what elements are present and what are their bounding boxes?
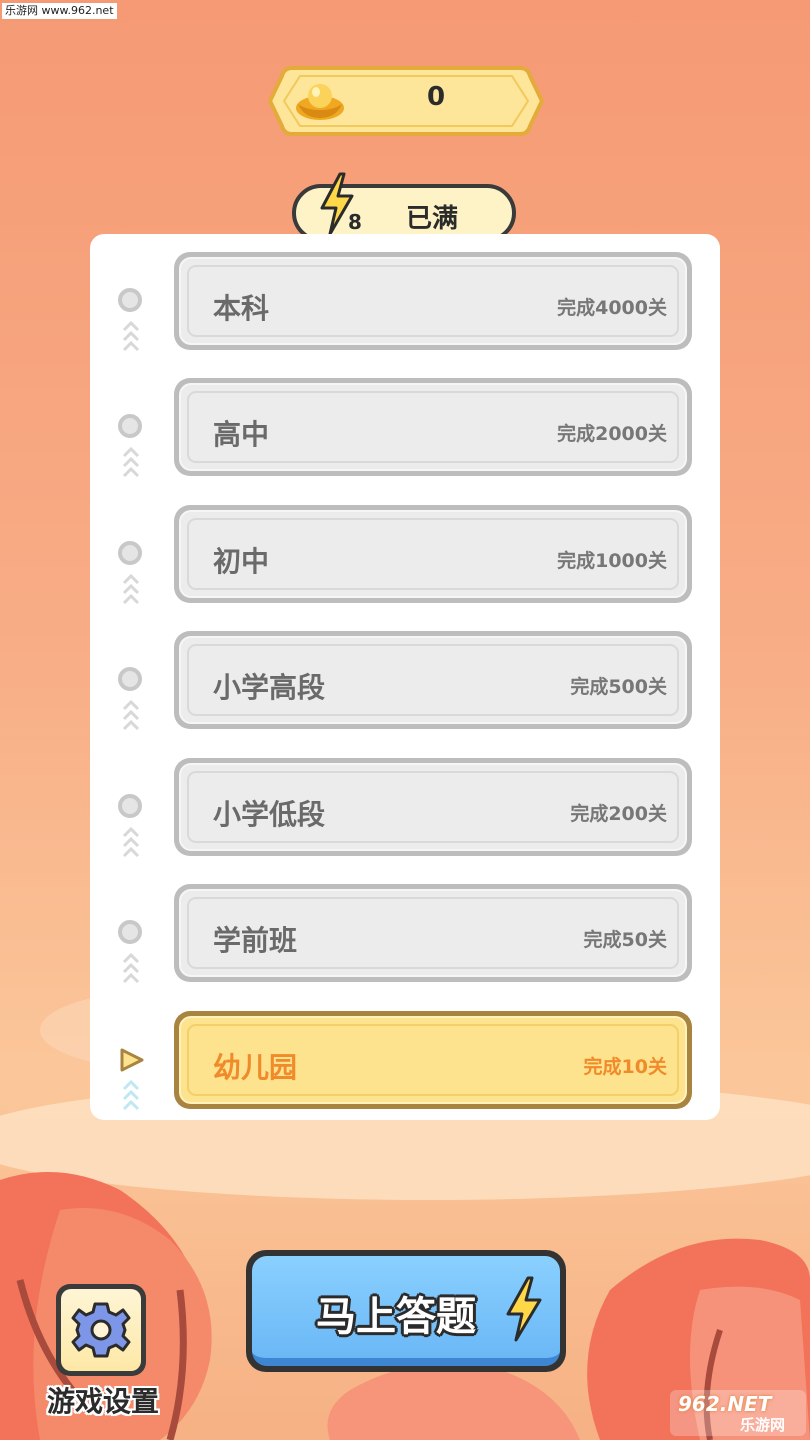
level-requirement: 完成10关: [583, 1056, 667, 1078]
progress-node: [118, 288, 142, 312]
chevron-up-icon: [122, 1079, 140, 1111]
level-card[interactable]: 小学低段 完成200关: [174, 758, 692, 856]
level-requirement: 完成2000关: [557, 423, 667, 445]
level-name: 小学高段: [213, 671, 326, 704]
level-card[interactable]: 本科 完成4000关: [174, 252, 692, 350]
chevron-up-icon: [122, 826, 140, 858]
level-requirement: 完成500关: [570, 676, 667, 698]
energy-count: 8: [348, 210, 362, 234]
progress-node: [118, 794, 142, 818]
level-name: 幼儿园: [213, 1051, 298, 1084]
chevron-up-icon: [122, 699, 140, 731]
level-requirement: 完成50关: [583, 929, 667, 951]
level-requirement: 完成4000关: [557, 297, 667, 319]
progress-node: [118, 414, 142, 438]
level-card[interactable]: 学前班 完成50关: [174, 884, 692, 982]
watermark-bottom: 962.NET 乐游网: [670, 1390, 806, 1436]
coin-balance: 0: [266, 64, 546, 138]
gold-ingot-icon: [296, 84, 344, 120]
level-row-2: 初中 完成1000关: [90, 505, 720, 605]
level-panel: 本科 完成4000关 高中 完成2000关 初中 完成1000关 小学高段 完成…: [90, 234, 720, 1120]
chevron-up-icon: [122, 320, 140, 352]
progress-node: [118, 667, 142, 691]
level-name: 高中: [213, 418, 270, 451]
level-row-6: 幼儿园 完成10关: [90, 1011, 720, 1111]
level-card[interactable]: 小学高段 完成500关: [174, 631, 692, 729]
settings-label[interactable]: 游戏设置: [30, 1380, 176, 1420]
lightning-icon: [506, 1276, 542, 1342]
start-answer-label: 马上答题: [316, 1294, 476, 1340]
level-name: 学前班: [213, 924, 298, 957]
level-row-5: 学前班 完成50关: [90, 884, 720, 984]
level-row-1: 高中 完成2000关: [90, 378, 720, 478]
progress-node: [118, 920, 142, 944]
level-requirement: 完成200关: [570, 803, 667, 825]
watermark-brand: 962.NET: [678, 1392, 772, 1416]
start-answer-button[interactable]: 马上答题: [246, 1250, 566, 1372]
watermark-top: 乐游网 www.962.net: [2, 3, 117, 19]
level-name: 初中: [213, 545, 270, 578]
play-icon: [120, 1048, 144, 1072]
level-row-0: 本科 完成4000关: [90, 252, 720, 352]
level-requirement: 完成1000关: [557, 550, 667, 572]
watermark-name: 乐游网: [740, 1416, 786, 1434]
chevron-up-icon: [122, 573, 140, 605]
coin-count: 0: [426, 82, 446, 112]
energy-status: 已满: [406, 204, 459, 234]
progress-node: [118, 541, 142, 565]
level-name: 本科: [213, 292, 270, 325]
chevron-up-icon: [122, 446, 140, 478]
settings-button[interactable]: [56, 1284, 146, 1376]
level-row-4: 小学低段 完成200关: [90, 758, 720, 858]
level-card-current[interactable]: 幼儿园 完成10关: [174, 1011, 692, 1109]
level-row-3: 小学高段 完成500关: [90, 631, 720, 731]
level-name: 小学低段: [213, 798, 326, 831]
gear-icon: [71, 1302, 131, 1358]
level-card[interactable]: 初中 完成1000关: [174, 505, 692, 603]
level-card[interactable]: 高中 完成2000关: [174, 378, 692, 476]
chevron-up-icon: [122, 952, 140, 984]
